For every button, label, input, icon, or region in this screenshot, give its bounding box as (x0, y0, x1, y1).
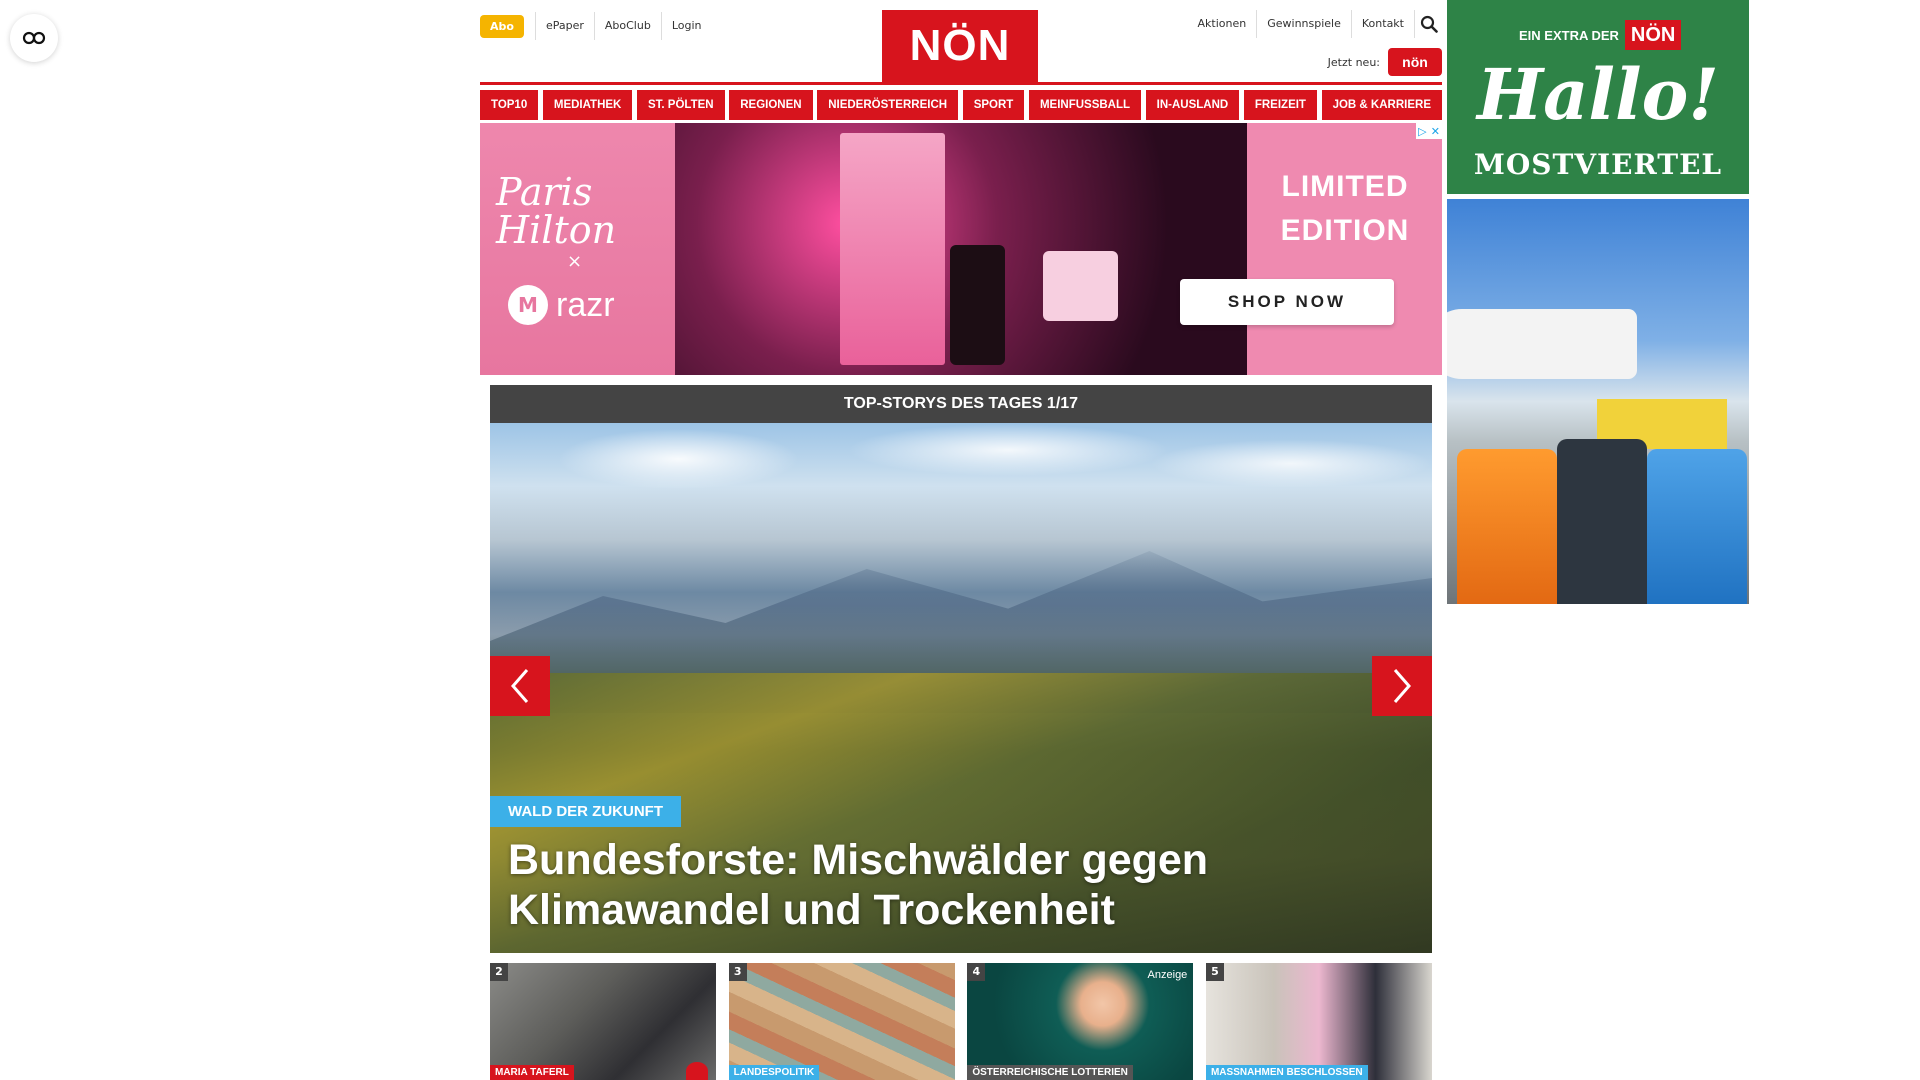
ad-product-box (840, 133, 945, 365)
nav-item-sport[interactable]: SPORT (962, 90, 1025, 120)
nav-item-freizeit[interactable]: FREIZEIT (1243, 90, 1317, 120)
hero-story[interactable]: WALD DER ZUKUNFT Bundesforste: Mischwäld… (490, 423, 1432, 953)
top-nav-right: Aktionen Gewinnspiele Kontakt (1188, 10, 1442, 38)
login-link[interactable]: Login (660, 12, 712, 40)
nav-item-in-ausland[interactable]: IN-AUSLAND (1145, 90, 1240, 120)
ad-banner[interactable]: Paris Hilton × M razr LIMITED EDITION SH… (480, 123, 1442, 375)
carousel-prev-button[interactable] (490, 656, 550, 716)
sidebar-ad-extra: EIN EXTRA DER NÖN (1519, 20, 1682, 50)
ad-limited-edition: LIMITED EDITION (1255, 165, 1435, 253)
hero-headline[interactable]: Bundesforste: Mischwälder gegen Klimawan… (508, 835, 1368, 935)
gewinnspiele-link[interactable]: Gewinnspiele (1256, 10, 1351, 38)
jetzt-neu: Jetzt neu: nön (1328, 48, 1442, 76)
suitcase-blue-image (1647, 449, 1747, 604)
nav-item-job-karriere[interactable]: JOB & KARRIERE (1321, 90, 1442, 120)
chevron-left-icon (511, 669, 529, 703)
ad-label: Anzeige (1147, 969, 1188, 981)
ad-product-photo (675, 123, 1247, 375)
ad-brand-panel: Paris Hilton × M razr (480, 123, 675, 375)
sidebar-ad-hallo: Hallo! (1476, 53, 1720, 136)
sidebar-ad-extra-text: EIN EXTRA DER (1519, 27, 1619, 43)
site-logo[interactable]: NÖN (882, 10, 1038, 82)
ad-razr-text: razr (556, 285, 615, 324)
ad-paris-hilton: Paris Hilton (496, 170, 617, 252)
ad-limited-line2: EDITION (1280, 214, 1410, 247)
suitcase-dark-image (1557, 439, 1647, 604)
header-divider (480, 82, 1442, 85)
story-thumb-5[interactable]: 5 MASSNAHMEN BESCHLOSSEN (1205, 963, 1432, 1080)
story-category: ÖSTERREICHISCHE LOTTERIEN (967, 1065, 1133, 1080)
top-stories: TOP-STORYS DES TAGES 1/17 WALD DER ZUKUN… (490, 385, 1432, 953)
story-number: 3 (728, 963, 747, 981)
story-category: MARIA TAFERL (490, 1065, 574, 1080)
camera-icon (686, 1062, 708, 1080)
glasses-icon (22, 31, 46, 45)
ad-razr-logo: M razr (508, 285, 615, 325)
story-number: 5 (1205, 963, 1224, 981)
carousel-next-button[interactable] (1372, 656, 1432, 716)
top-nav-left: Abo ePaper AboClub Login (480, 12, 712, 40)
nav-item-regionen[interactable]: REGIONEN (729, 90, 813, 120)
aktionen-link[interactable]: Aktionen (1188, 10, 1257, 38)
logo-text: NÖN (909, 21, 1011, 70)
nav-item-niederoesterreich[interactable]: NIEDERÖSTERREICH (817, 90, 959, 120)
top-stories-header: TOP-STORYS DES TAGES 1/17 (490, 385, 1432, 423)
accessibility-button[interactable] (10, 14, 58, 62)
story-category: MASSNAHMEN BESCHLOSSEN (1205, 1065, 1368, 1080)
adchoices-icon[interactable]: ▷ ✕ (1416, 123, 1442, 139)
motorola-icon: M (508, 285, 548, 325)
adchoices-play-icon: ▷ (1418, 124, 1427, 138)
epaper-link[interactable]: ePaper (534, 12, 594, 40)
aboclub-link[interactable]: AboClub (593, 12, 661, 40)
story-thumb-4[interactable]: 4 Anzeige ÖSTERREICHISCHE LOTTERIEN (967, 963, 1194, 1080)
chevron-right-icon (1393, 669, 1411, 703)
ad-limited-line1: LIMITED (1281, 170, 1409, 203)
ad-phone-pink (1043, 251, 1118, 321)
airplane-image (1447, 309, 1637, 379)
hero-image-clouds (490, 423, 1432, 513)
search-icon (1420, 15, 1438, 33)
main-nav: TOP10 MEDIATHEK ST. PÖLTEN REGIONEN NIED… (480, 90, 1442, 120)
kontakt-link[interactable]: Kontakt (1350, 10, 1414, 38)
jetzt-neu-label: Jetzt neu: (1327, 55, 1380, 69)
ad-times: × (567, 251, 583, 272)
jetzt-neu-logo[interactable]: nön (1388, 48, 1442, 76)
sidebar-ad[interactable]: EIN EXTRA DER NÖN Hallo! MOSTVIERTEL (1447, 0, 1749, 605)
story-thumb-2[interactable]: 2 MARIA TAFERL (490, 963, 716, 1080)
nav-item-meinfussball[interactable]: MEINFUSSBALL (1028, 90, 1142, 120)
story-thumb-3[interactable]: 3 LANDESPOLITIK (728, 963, 955, 1080)
site-header: Abo ePaper AboClub Login NÖN Aktionen Ge… (480, 0, 1442, 82)
story-number: 4 (967, 963, 986, 981)
sidebar-ad-header: EIN EXTRA DER NÖN Hallo! MOSTVIERTEL (1447, 0, 1749, 194)
adchoices-close-icon[interactable]: ✕ (1431, 125, 1440, 138)
sidebar-ad-region: MOSTVIERTEL (1473, 148, 1723, 181)
story-number: 2 (490, 963, 508, 981)
suitcase-orange-image (1457, 449, 1557, 604)
ad-phone-dark (950, 245, 1005, 365)
search-button[interactable] (1414, 10, 1442, 38)
nav-item-mediathek[interactable]: MEDIATHEK (542, 90, 633, 120)
abo-button[interactable]: Abo (480, 14, 524, 38)
sidebar-ad-photo (1447, 199, 1749, 604)
nav-item-st-poelten[interactable]: ST. PÖLTEN (637, 90, 725, 120)
hero-category-tag[interactable]: WALD DER ZUKUNFT (490, 796, 681, 827)
story-category: LANDESPOLITIK (728, 1065, 820, 1080)
nav-item-top10[interactable]: TOP10 (480, 90, 539, 120)
sidebar-ad-logo: NÖN (1624, 20, 1682, 50)
ad-shop-now-button[interactable]: SHOP NOW (1180, 279, 1394, 325)
story-thumbnails: 2 MARIA TAFERL 3 LANDESPOLITIK 4 Anzeige… (490, 963, 1432, 1080)
